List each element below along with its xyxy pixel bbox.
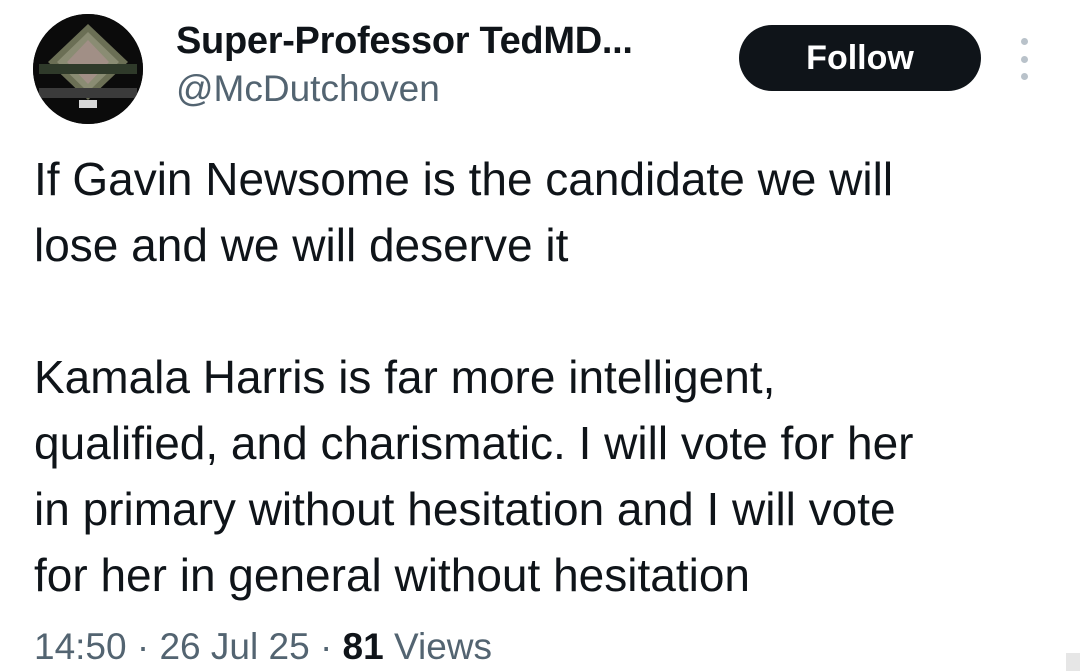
more-dot	[1020, 38, 1028, 45]
more-dot	[1020, 55, 1028, 63]
views-count: 81	[342, 626, 384, 667]
display-name[interactable]: Super-Professor TedMD...	[176, 20, 633, 63]
tweet-line: in primary without hesitation and I will…	[34, 483, 896, 535]
meta-separator: ·	[136, 626, 150, 667]
user-handle[interactable]: @McDutchoven	[176, 68, 440, 110]
meta-separator: ·	[319, 626, 333, 667]
tweet-text: If Gavin Newsome is the candidate we wil…	[34, 146, 1064, 608]
tweet-line: Kamala Harris is far more intelligent,	[34, 351, 776, 403]
views-label: Views	[393, 626, 493, 667]
more-vertical-icon[interactable]	[1012, 38, 1036, 80]
follow-button[interactable]: Follow	[739, 25, 981, 91]
tweet-line: for her in general without hesitation	[34, 549, 750, 601]
avatar-image	[33, 14, 143, 124]
tweet-date[interactable]: 26 Jul 25	[159, 626, 309, 667]
scrollbar-thumb[interactable]	[1066, 653, 1080, 671]
tweet-time[interactable]: 14:50	[34, 626, 127, 667]
avatar[interactable]	[33, 14, 143, 124]
tweet-line: lose and we will deserve it	[34, 219, 569, 271]
more-dot	[1020, 73, 1028, 80]
tweet-line: If Gavin Newsome is the candidate we wil…	[34, 153, 894, 205]
tweet-line: qualified, and charismatic. I will vote …	[34, 417, 914, 469]
tweet-meta: 14:50 · 26 Jul 25 · 81 Views	[34, 626, 492, 668]
